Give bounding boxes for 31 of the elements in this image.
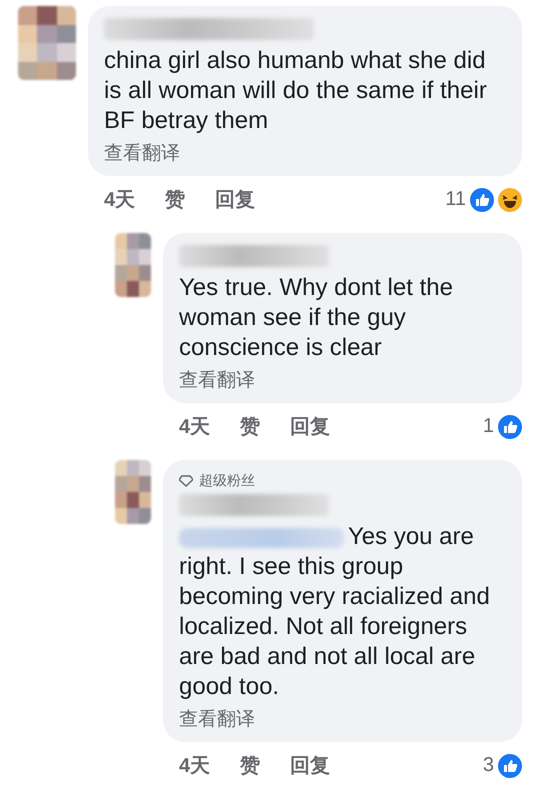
see-translation-link[interactable]: 查看翻译 [179,367,255,393]
comment-text: Yes true. Why dont let the woman see if the guy conscience is clear [179,273,454,363]
blurred-name[interactable] [179,494,329,516]
blurred-mention[interactable] [179,528,344,548]
blurred-avatar[interactable] [18,6,76,80]
comment-time: 4天 [179,754,210,779]
reply-button[interactable]: 回复 [290,752,330,779]
laughing-reaction-icon [498,188,522,212]
like-reaction-icon [498,754,522,778]
like-button[interactable]: 赞 [240,413,260,440]
reaction-count[interactable]: 1 [482,415,494,438]
reaction-count[interactable]: 11 [445,188,466,211]
comment-text: china girl also humanb what she did is all woman will do the same if their BF betray them [104,46,488,136]
comment-text: Yes you are right. I see this group becoming very racialized and localized. Not all foreigners are bad and not all local are good too. [179,522,491,702]
blurred-name[interactable] [179,245,329,267]
top-fan-label: 超级粉丝 [199,472,255,490]
blurred-avatar[interactable] [115,233,151,297]
like-reaction-icon [470,188,494,212]
blurred-name[interactable] [104,18,314,40]
like-button[interactable]: 赞 [240,752,260,779]
comment-time: 4天 [179,415,210,440]
diamond-icon [179,475,193,487]
see-translation-link[interactable]: 查看翻译 [179,706,255,732]
reply-button[interactable]: 回复 [290,413,330,440]
blurred-avatar[interactable] [115,460,151,524]
like-button[interactable]: 赞 [165,186,186,213]
reaction-count[interactable]: 3 [482,754,494,777]
reply-button[interactable]: 回复 [215,186,256,213]
see-translation-link[interactable]: 查看翻译 [104,140,180,166]
like-reaction-icon [498,414,522,438]
comment-time: 4天 [104,188,136,213]
